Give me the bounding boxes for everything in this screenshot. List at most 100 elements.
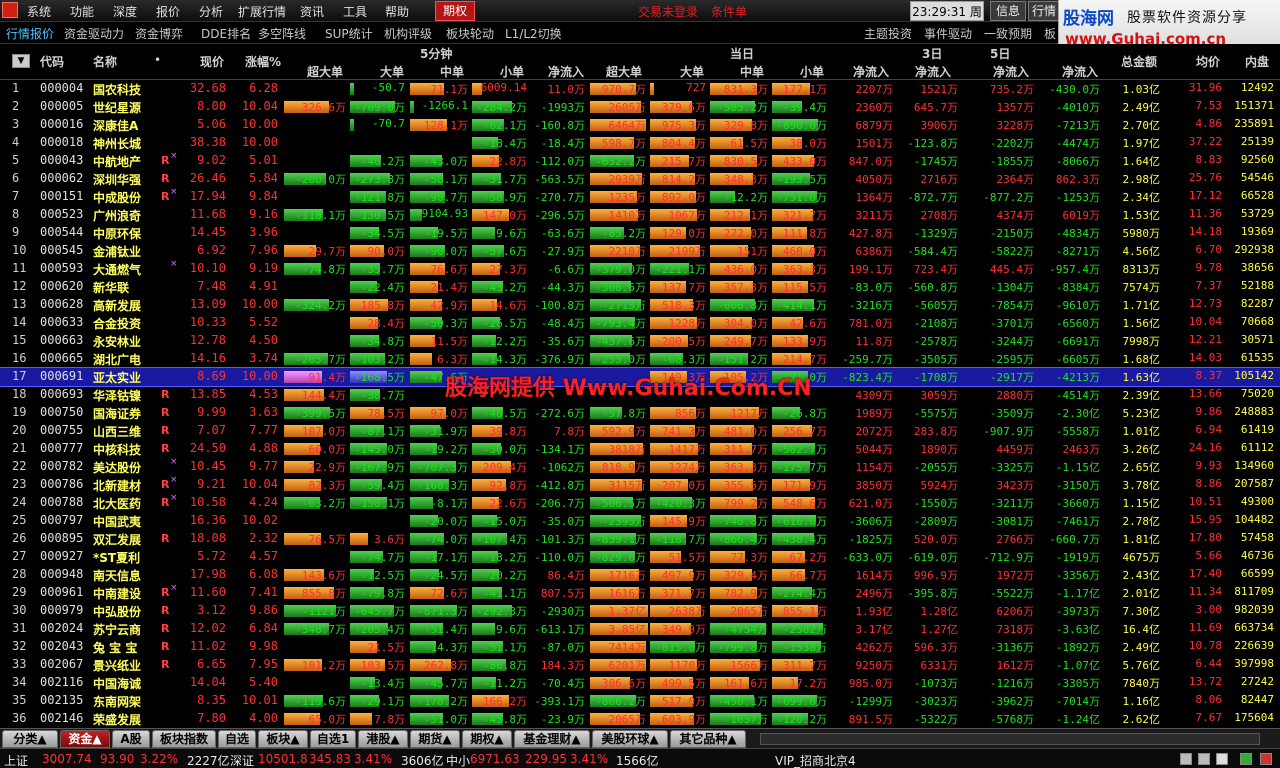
tab-sector-more[interactable]: 板 <box>1044 25 1056 42</box>
menu-help[interactable]: 帮助 <box>385 3 409 20</box>
tab-watchlist-1[interactable]: 自选1 <box>310 730 356 748</box>
zx-index[interactable]: 6971.63 <box>470 752 520 766</box>
table-row[interactable]: 2 000005 世纪星源 8.00 10.04 326.6万 -769.0万 -1266.1… <box>0 98 1280 116</box>
tab-fund[interactable]: 资金▲ <box>60 730 110 748</box>
col-total-amount[interactable]: 总金额 <box>1121 53 1157 70</box>
menu-news[interactable]: 资讯 <box>300 3 324 20</box>
table-row[interactable]: 5 000043 中航地产 R × 9.02 5.01 -46.2万 -43.0万 22.8万 -1… <box>0 151 1280 170</box>
col-day-s[interactable]: 小单 <box>800 63 824 80</box>
table-row[interactable]: 21 000777 中核科技 R 24.50 4.88 60.0万 -145.0万 -19.2万… <box>0 440 1280 458</box>
tab-quote-list[interactable]: 行情报价 <box>6 25 54 42</box>
col-day-xl[interactable]: 超大单 <box>606 63 642 80</box>
tab-long-short[interactable]: 多空阵线 <box>258 25 306 42</box>
horizontal-scrollbar[interactable] <box>760 733 1260 745</box>
table-row[interactable]: 31 002024 苏宁云商 R 12.02 6.84 -348.7万 -205.4万 -51.… <box>0 620 1280 638</box>
tab-theme-invest[interactable]: 主题投资 <box>864 25 912 42</box>
settings-icon[interactable] <box>1260 753 1272 765</box>
col-5d[interactable]: 5日 <box>990 45 1010 62</box>
col-change[interactable]: 涨幅% <box>245 53 281 70</box>
table-row[interactable]: 23 000786 北新建材 R × 9.21 10.04 82.3万 -59.4万 -168.3… <box>0 475 1280 494</box>
table-row[interactable]: 14 000633 合金投资 10.33 5.52 28.4万 -50.3万 -26.5万 -4… <box>0 314 1280 332</box>
table-row[interactable]: 24 000788 北大医药 R × 10.58 4.24 -63.2万 -158.1万 -8.1… <box>0 493 1280 512</box>
col-5m-net[interactable]: 净流入 <box>548 63 584 80</box>
table-row[interactable]: 16 000665 湖北广电 14.16 3.74 -265.7万 -103.2万 6.3万 -… <box>0 350 1280 368</box>
info-button[interactable]: 信息 <box>990 1 1026 21</box>
alert-icon[interactable] <box>1216 753 1228 765</box>
tab-consensus[interactable]: 一致预期 <box>984 25 1032 42</box>
table-row[interactable]: 20 000755 山西三维 R 7.07 7.77 107.0万 -87.1万 -31.9万 3… <box>0 422 1280 440</box>
table-row[interactable]: 22 000782 美达股份 × 10.45 9.77 22.9万 -167.9万 -707.3… <box>0 457 1280 476</box>
tab-others[interactable]: 其它品种▲ <box>670 730 746 748</box>
col-day-m[interactable]: 中单 <box>740 63 764 80</box>
menu-system[interactable]: 系统 <box>27 3 51 20</box>
tab-fund-drive[interactable]: 资金驱动力 <box>64 25 124 42</box>
table-row[interactable]: 10 000545 金浦钛业 6.92 7.96 29.7万 90.0万 -90.0万 -57.… <box>0 242 1280 260</box>
menu-options-active[interactable]: 期权 <box>435 1 475 21</box>
col-5m-m[interactable]: 中单 <box>440 63 464 80</box>
col-day-net[interactable]: 净流入 <box>853 63 889 80</box>
table-row[interactable]: 12 000620 新华联 7.48 4.91 -22.4万 21.4万 -43.2万 -44.… <box>0 278 1280 296</box>
col-dot[interactable]: • <box>154 53 161 67</box>
table-row[interactable]: 26 000895 双汇发展 R 18.08 2.32 76.5万 3.6万 -74.0万 -10… <box>0 530 1280 548</box>
col-3d-net[interactable]: 净流入 <box>915 63 951 80</box>
col-name[interactable]: 名称 <box>93 53 117 70</box>
col-5m-xl[interactable]: 超大单 <box>307 63 343 80</box>
tab-us-global[interactable]: 美股环球▲ <box>592 730 668 748</box>
table-row[interactable]: 15 000663 永安林业 12.78 4.50 -34.8万 11.5万 -12.2万 -3… <box>0 332 1280 350</box>
table-row[interactable]: 27 000927 *ST夏利 5.72 4.57 -74.7万 -17.1万 -18.2万 -… <box>0 548 1280 566</box>
col-avg[interactable]: 均价 <box>1196 53 1220 70</box>
col-3d[interactable]: 3日 <box>922 45 942 62</box>
menu-analysis[interactable]: 分析 <box>199 3 223 20</box>
table-row[interactable]: 36 002146 荣盛发展 7.80 4.00 65.0万 7.8万 -51.0万 -45.8… <box>0 710 1280 728</box>
tab-dde-rank[interactable]: DDE排名 <box>201 25 251 42</box>
tab-category[interactable]: 分类▲ <box>2 730 58 748</box>
table-row[interactable]: 1 000004 国农科技 32.68 6.28 -50.7 71.1万 6009.14 11.… <box>0 80 1280 98</box>
table-row[interactable]: 11 000593 大通燃气 × 10.10 9.19 -74.8万 -35.7万 76.6万 2… <box>0 259 1280 278</box>
table-row[interactable]: 3 000016 深康佳A 5.06 10.00 -70.7 128.1万 -62.1万 -16… <box>0 116 1280 134</box>
table-row[interactable]: 29 000961 中南建设 R × 11.60 7.41 855.8万 -79.8万 72.6万… <box>0 583 1280 602</box>
col-inner[interactable]: 内盘 <box>1245 53 1269 70</box>
tab-futures[interactable]: 期货▲ <box>410 730 460 748</box>
table-row[interactable]: 32 002043 兔 宝 宝 R 11.02 9.98 21.5万 -14.3万 -51.1万… <box>0 638 1280 656</box>
sh-index[interactable]: 3007.74 <box>42 752 92 766</box>
table-row[interactable]: 19 000750 国海证券 R 9.99 3.63 -399.5万 78.5万 97.0万 -4… <box>0 404 1280 422</box>
tab-l1l2-switch[interactable]: L1/L2切换 <box>505 25 562 42</box>
tab-event-drive[interactable]: 事件驱动 <box>924 25 972 42</box>
menu-depth[interactable]: 深度 <box>113 3 137 20</box>
tab-options[interactable]: 期权▲ <box>462 730 512 748</box>
table-row[interactable]: 13 000628 高新发展 13.09 10.00 -324.2万 185.8万 42.9万… <box>0 296 1280 314</box>
tab-sector-rotation[interactable]: 板块轮动 <box>446 25 494 42</box>
table-row[interactable]: 34 002116 中国海诚 14.04 5.40 -13.4万 -45.7万 -11.2万 -… <box>0 674 1280 692</box>
table-row[interactable]: 8 000523 广州浪奇 11.68 9.16 -118.1万 -130.5万 -9104.… <box>0 206 1280 224</box>
table-row[interactable]: 30 000979 中弘股份 R 3.12 9.86 -1121万 -645.7万 -871.3… <box>0 602 1280 620</box>
tab-institution-rating[interactable]: 机构评级 <box>384 25 432 42</box>
col-price[interactable]: 现价 <box>200 53 224 70</box>
sort-dropdown-icon[interactable]: ▼ <box>12 54 30 68</box>
table-row[interactable]: 7 000151 中成股份 R × 17.94 9.84 -121.8万 -90.7万 -58.9… <box>0 187 1280 206</box>
col-5d-net[interactable]: 净流入 <box>993 63 1029 80</box>
table-row[interactable]: 28 000948 南天信息 17.98 6.08 143.6万 -12.5万 -24.5万 -… <box>0 566 1280 584</box>
tab-sector-index[interactable]: 板块指数 <box>152 730 216 748</box>
keyboard-icon[interactable] <box>1180 753 1192 765</box>
menu-tools[interactable]: 工具 <box>343 3 367 20</box>
table-row[interactable]: 25 000797 中国武夷 16.36 10.02 -20.0万 -15.0万 -35.0万… <box>0 512 1280 530</box>
col-code[interactable]: 代码 <box>40 53 64 70</box>
table-row[interactable]: 6 000062 深圳华强 R 26.46 5.84 -200.0万 -273.8万 -58.1… <box>0 170 1280 188</box>
tab-funds-wealth[interactable]: 基金理财▲ <box>514 730 590 748</box>
table-row[interactable]: 35 002135 东南网架 8.35 10.01 -119.6万 -29.1万 -178.2… <box>0 692 1280 710</box>
menu-quote[interactable]: 报价 <box>156 3 180 20</box>
table-row[interactable]: 33 002067 景兴纸业 R 6.65 7.95 101.2万 103.5万 262.8万 -… <box>0 656 1280 674</box>
col-day-l[interactable]: 大单 <box>680 63 704 80</box>
condition-order-link[interactable]: 条件单 <box>711 3 747 20</box>
col-5m-l[interactable]: 大单 <box>380 63 404 80</box>
menu-function[interactable]: 功能 <box>70 3 94 20</box>
menu-extended[interactable]: 扩展行情 <box>238 3 286 20</box>
col-5m-s[interactable]: 小单 <box>500 63 524 80</box>
tab-sup-stats[interactable]: SUP统计 <box>325 25 373 42</box>
col-net4[interactable]: 净流入 <box>1062 63 1098 80</box>
tab-sector[interactable]: 板块▲ <box>258 730 308 748</box>
quote-button[interactable]: 行情 <box>1028 1 1060 21</box>
broker-server[interactable]: VIP_招商北京4 <box>775 752 856 768</box>
table-row[interactable]: 4 000018 神州长城 38.38 10.00 -18.4万 -18.4万 598.7万 8… <box>0 134 1280 152</box>
sz-index[interactable]: 10501.8 <box>258 752 308 766</box>
